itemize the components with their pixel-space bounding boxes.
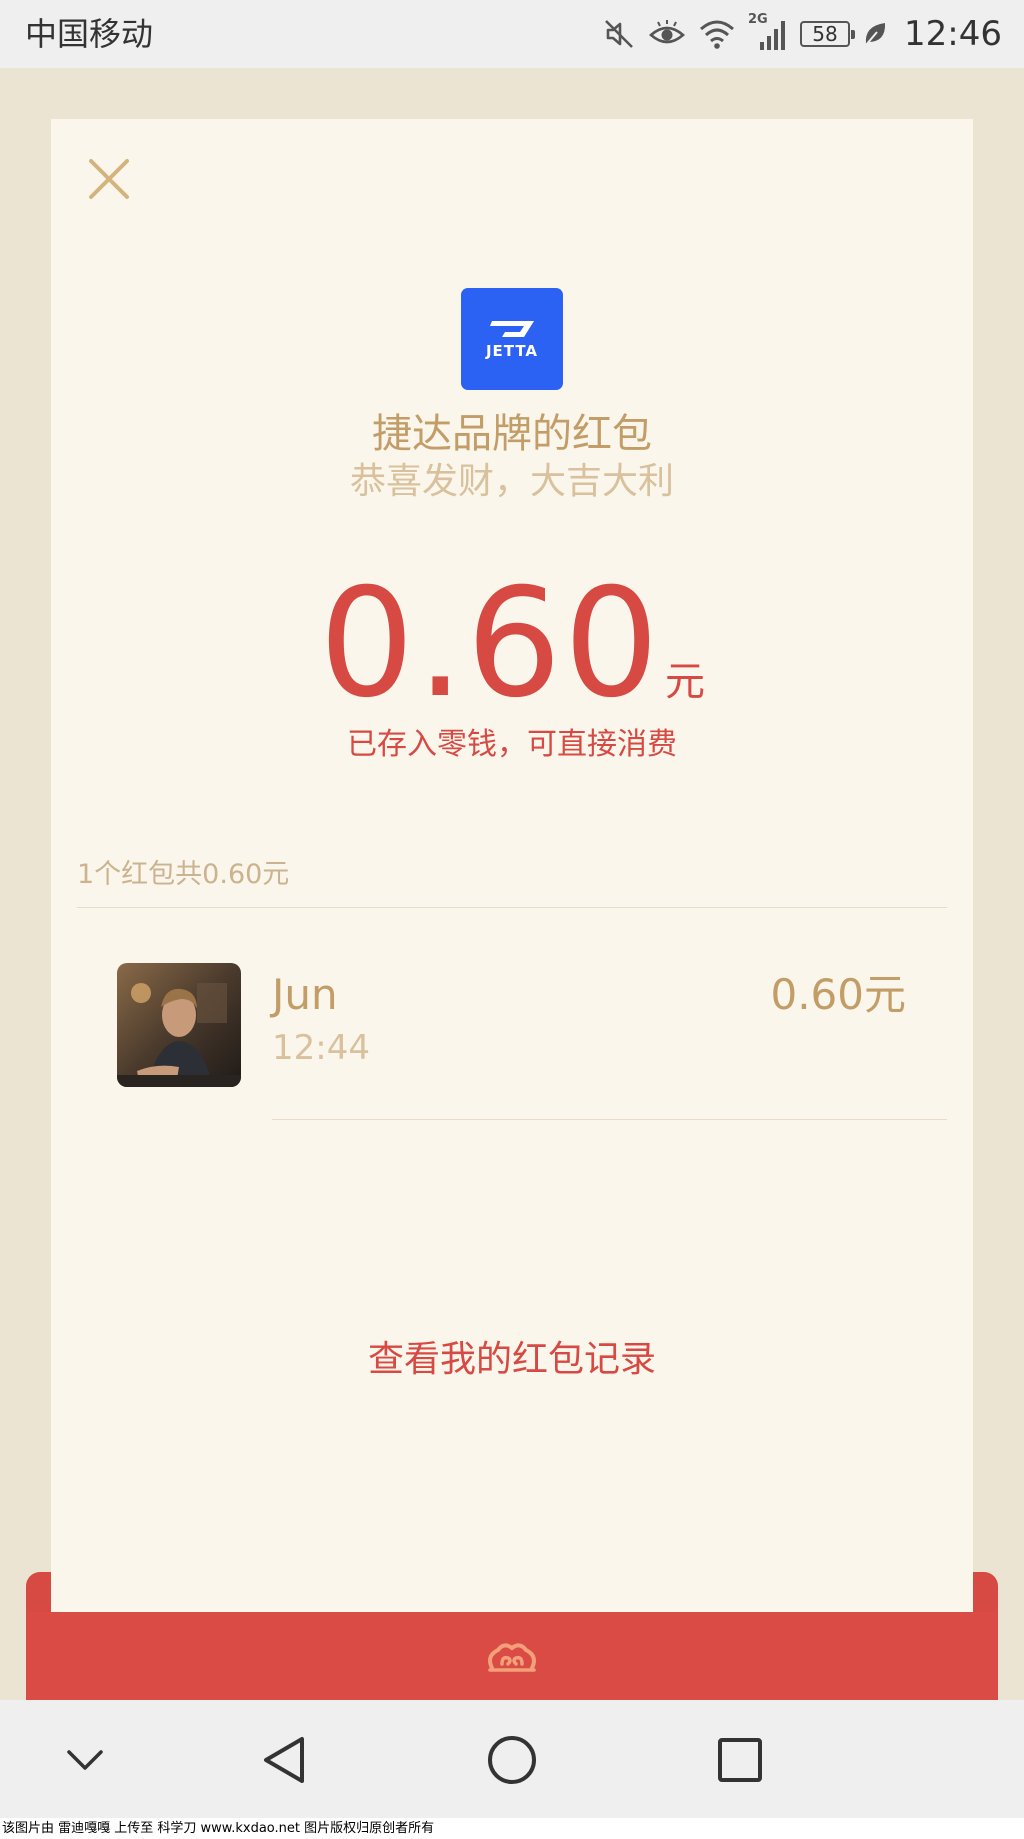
- close-button[interactable]: [85, 155, 133, 203]
- red-packet-detail-card: JETTA 捷达品牌的红包 恭喜发财，大吉大利 0.60 元 已存入零钱，可直接消…: [51, 119, 973, 1615]
- packet-title: 捷达品牌的红包: [372, 411, 652, 457]
- nav-home-button[interactable]: [472, 1720, 552, 1800]
- packet-summary: 1个红包共0.60元: [77, 859, 290, 890]
- status-bar: 中国移动 2G 58 12:46: [0, 0, 1024, 68]
- brand-logo-text: JETTA: [485, 342, 539, 360]
- view-packet-history-link[interactable]: 查看我的红包记录: [51, 1337, 973, 1383]
- chevron-down-icon: [67, 1750, 103, 1770]
- jetta-mark-icon: [490, 321, 534, 337]
- mute-icon: [602, 17, 636, 51]
- record-divider: [272, 1119, 947, 1120]
- signal-icon: 2G: [748, 12, 788, 52]
- nav-back-button[interactable]: [245, 1720, 325, 1800]
- avatar: [117, 963, 241, 1087]
- watermark-bar: 该图片由 雷迪嘎嘎 上传至 科学刀 www.kxdao.net 图片版权归原创者…: [0, 1818, 1024, 1839]
- close-icon: [89, 159, 129, 199]
- send-time: 12:44: [272, 1028, 370, 1068]
- avatar-photo: [117, 963, 241, 1087]
- nav-recents-button[interactable]: [700, 1720, 780, 1800]
- record-row[interactable]: Jun 12:44 0.60元: [51, 907, 973, 1093]
- packet-blessing: 恭喜发财，大吉大利: [349, 461, 674, 502]
- recents-square-icon: [718, 1738, 762, 1782]
- status-clock: 12:46: [904, 14, 1002, 54]
- navigation-bar: [0, 1700, 1024, 1818]
- battery-indicator: 58: [800, 21, 856, 47]
- brand-logo: JETTA: [461, 288, 563, 390]
- carrier-name: 中国移动: [25, 15, 154, 53]
- nav-collapse-button[interactable]: [45, 1720, 125, 1800]
- back-triangle-icon: [264, 1737, 304, 1783]
- deposited-note: 已存入零钱，可直接消费: [347, 727, 677, 762]
- home-circle-icon: [488, 1736, 536, 1784]
- sender-name: Jun: [272, 970, 338, 1019]
- record-amount: 0.60元: [770, 970, 906, 1019]
- status-icons: 2G 58 12:46: [602, 12, 1002, 56]
- amount-value: 0.60: [319, 557, 661, 731]
- amount-unit: 元: [664, 659, 705, 705]
- eye-comfort-icon: [648, 19, 686, 49]
- cloud-seal-icon: [488, 1643, 536, 1672]
- amount-display: 0.60 元: [51, 569, 973, 719]
- wifi-icon: [698, 18, 736, 50]
- power-saving-leaf-icon: [862, 20, 888, 48]
- watermark-text: 该图片由 雷迪嘎嘎 上传至 科学刀 www.kxdao.net 图片版权归原创者…: [2, 1821, 435, 1836]
